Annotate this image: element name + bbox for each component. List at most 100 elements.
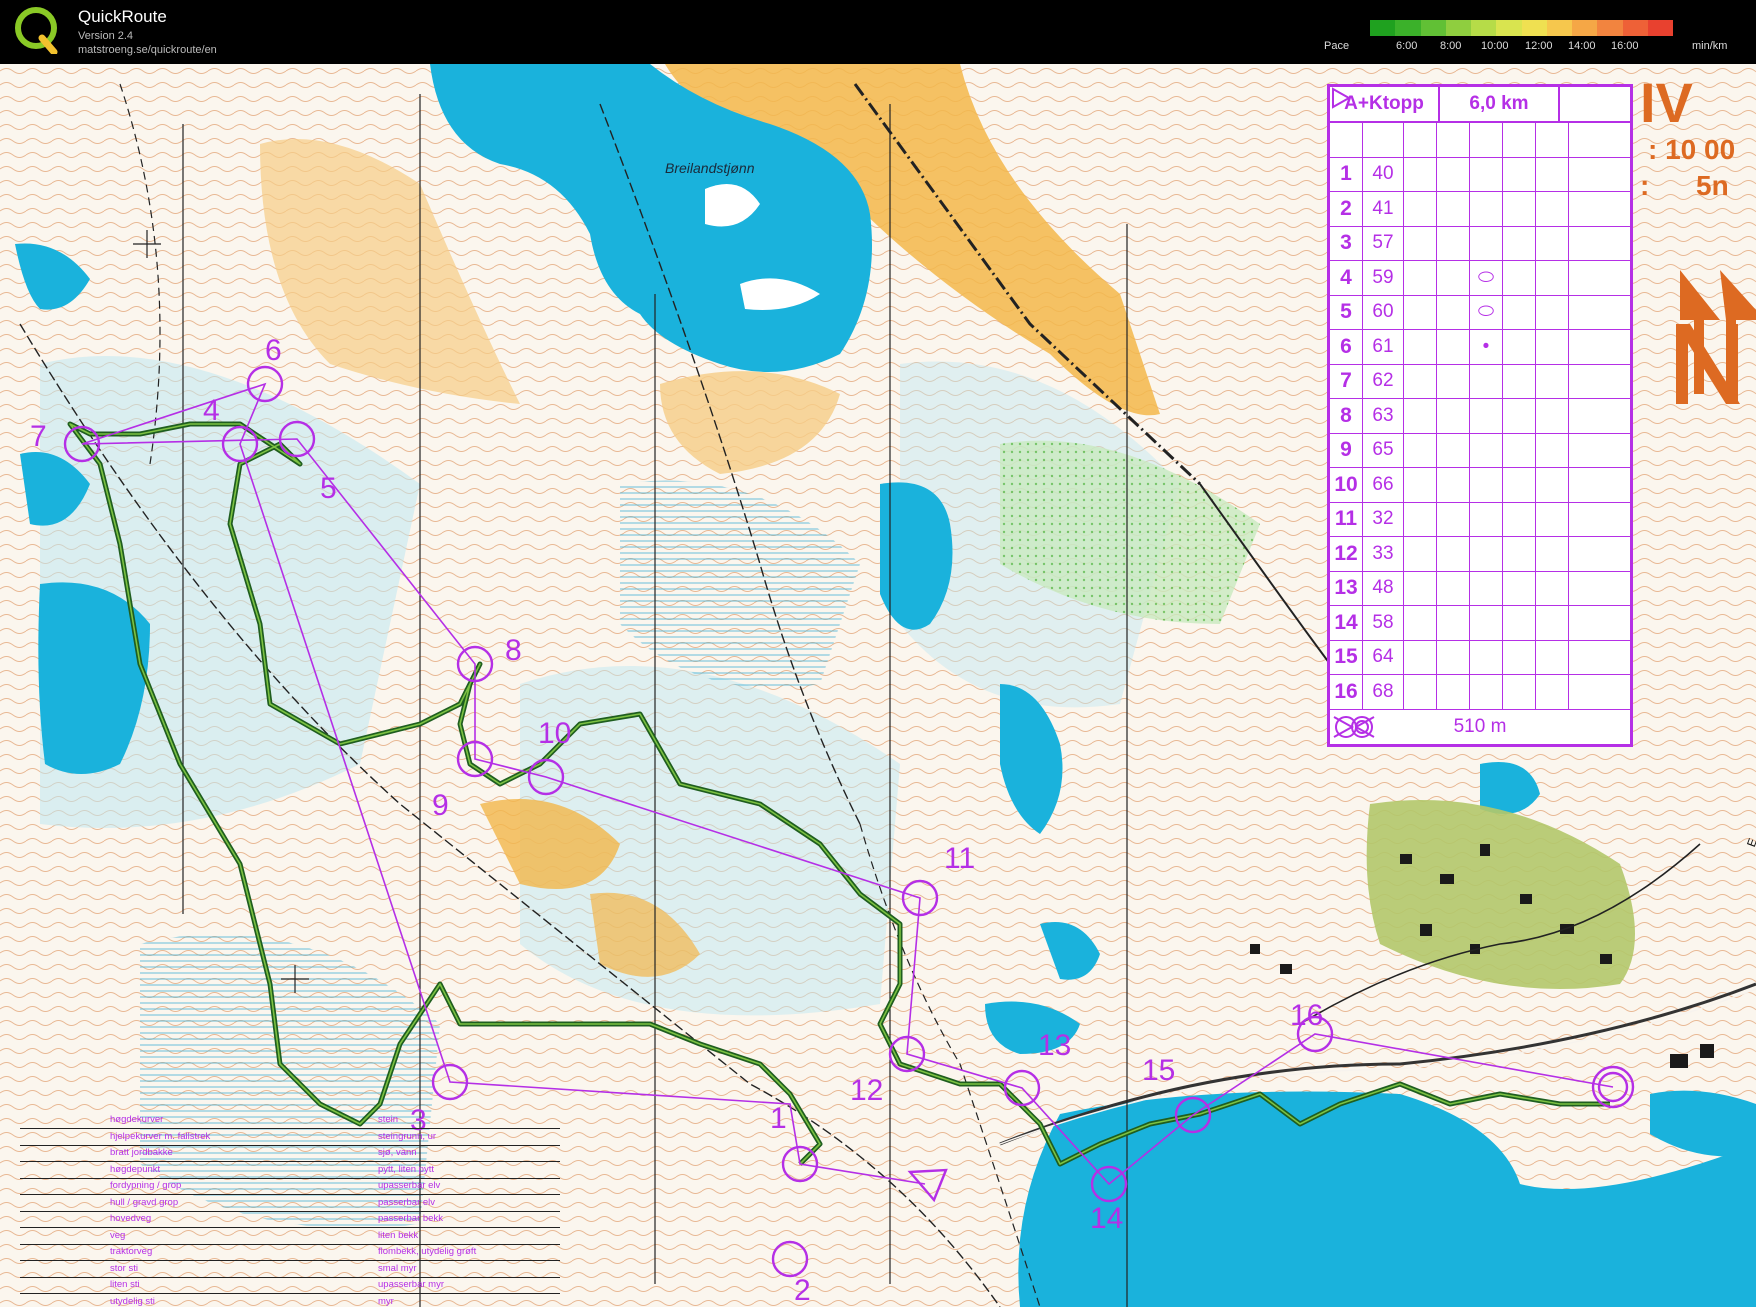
legend-label: smal myr [378,1262,417,1274]
legend-label: sjø, vann [378,1147,417,1158]
control-code: 60 [1363,295,1404,329]
pace-swatch [1496,20,1522,36]
app-url[interactable]: matstroeng.se/quickroute/en [78,44,217,56]
feature-symbol [1470,157,1503,191]
control-description-row: 1 40 [1330,157,1630,192]
legend-row: liten sti upasserbar myr [20,1277,560,1294]
control-order: 1 [1330,157,1363,191]
control-number-8: 8 [505,634,522,667]
legend-row: hovedveg passerbar bekk [20,1211,560,1228]
legend-label: myr [378,1295,394,1307]
legend-label: stein [378,1114,399,1125]
pace-swatch [1546,20,1572,36]
pace-tick: 8:00 [1440,40,1462,52]
legend-row: bratt jordbakke sjø, vann [20,1145,560,1162]
legend-label: høgdepunkt [110,1163,161,1175]
pace-swatch [1420,20,1446,36]
pace-swatch [1597,20,1623,36]
legend-row: høgdepunkt pytt, liten pytt [20,1162,560,1179]
pace-swatch [1370,20,1396,36]
pace-tick: 6:00 [1396,40,1418,52]
control-number-13: 13 [1038,1029,1072,1062]
control-order: 12 [1330,537,1363,571]
control-code: 64 [1363,640,1404,674]
app-version: Version 2.4 [78,30,134,42]
legend-label: upasserbar elv [378,1180,441,1191]
pace-unit: min/km [1692,40,1728,52]
pace-swatch [1521,20,1547,36]
control-code: 61 [1363,330,1404,364]
pace-swatch [1445,20,1471,36]
control-order: 11 [1330,502,1363,536]
orienteering-map[interactable]: IV Breilandstjønn : 10 00 : 5n E 134 1 2… [0,64,1756,1307]
feature-symbol [1470,468,1503,502]
control-code: 65 [1363,433,1404,467]
feature-symbol [1470,364,1503,398]
app-title-bar: QuickRoute Version 2.4 matstroeng.se/qui… [0,0,1756,64]
legend-label: utydelig sti [110,1295,155,1307]
legend-label: passerbar elv [378,1196,436,1208]
feature-symbol: ⬭ [1470,261,1503,295]
control-description-row: 6 61 • [1330,330,1630,365]
app-title: QuickRoute [78,7,167,26]
control-code: 57 [1363,226,1404,260]
control-order: 3 [1330,226,1363,260]
pace-tick: 16:00 [1611,40,1639,52]
legend-row: hull / gravd grop passerbar elv [20,1195,560,1212]
pace-tick: 10:00 [1481,40,1509,52]
pace-swatch [1471,20,1497,36]
legend-row: hjelpekurver m. fallstrek steingrunn, ur [20,1129,560,1146]
legend-row: høgdekurver stein [20,1112,560,1129]
control-order: 16 [1330,675,1363,709]
start-row [1330,87,1630,158]
legend-label: hovedveg [110,1213,152,1224]
feature-symbol [1470,640,1503,674]
control-description-row: 16 68 [1330,675,1630,710]
legend-row: veg liten bekk [20,1228,560,1245]
finish-circle-icon [1333,715,1373,738]
control-description-row: 14 58 [1330,606,1630,641]
legend-label: stor sti [110,1262,138,1274]
control-number-1: 1 [770,1102,787,1135]
legend-row: fordypning / grop upasserbar elv [20,1178,560,1195]
quickroute-logo-icon [15,7,58,54]
legend-label: hull / gravd grop [110,1196,179,1208]
start-triangle-icon [1330,87,1363,157]
control-number-14: 14 [1090,1202,1124,1235]
control-description-row: 9 65 [1330,433,1630,468]
pace-swatch [1395,20,1421,36]
control-description-row: 7 62 [1330,364,1630,399]
pace-color-scale [1370,20,1673,36]
pace-label: Pace [1324,40,1350,52]
finish-row: 510 m [1330,710,1630,744]
pace-swatch [1572,20,1598,36]
feature-symbol: • [1470,330,1503,364]
legend-label: høgdekurver [110,1114,164,1125]
feature-symbol [1470,606,1503,640]
feature-symbol [1470,399,1503,433]
control-description-row: 8 63 [1330,399,1630,434]
pace-swatch [1622,20,1648,36]
legend-label: pytt, liten pytt [378,1163,434,1175]
legend-label: liten sti [110,1279,140,1290]
control-description-row: 15 64 [1330,640,1630,675]
pace-tick: 12:00 [1525,40,1553,52]
control-order: 4 [1330,261,1363,295]
control-code: 63 [1363,399,1404,433]
course-header: A+Ktopp 6,0 km [1330,87,1630,123]
control-description-row: 3 57 [1330,226,1630,261]
control-code: 62 [1363,364,1404,398]
control-code: 48 [1363,571,1404,605]
control-order: 2 [1330,192,1363,226]
control-description-row: 11 32 [1330,502,1630,537]
legend-row: stor sti smal myr [20,1261,560,1278]
control-code: 33 [1363,537,1404,571]
legend-label: fordypning / grop [110,1180,182,1191]
feature-symbol [1470,433,1503,467]
feature-symbol [1470,537,1503,571]
legend-label: liten bekk [378,1229,419,1241]
feature-symbol [1470,226,1503,260]
control-description-row: 13 48 [1330,571,1630,606]
legend-label: upasserbar myr [378,1279,444,1290]
control-code: 40 [1363,157,1404,191]
